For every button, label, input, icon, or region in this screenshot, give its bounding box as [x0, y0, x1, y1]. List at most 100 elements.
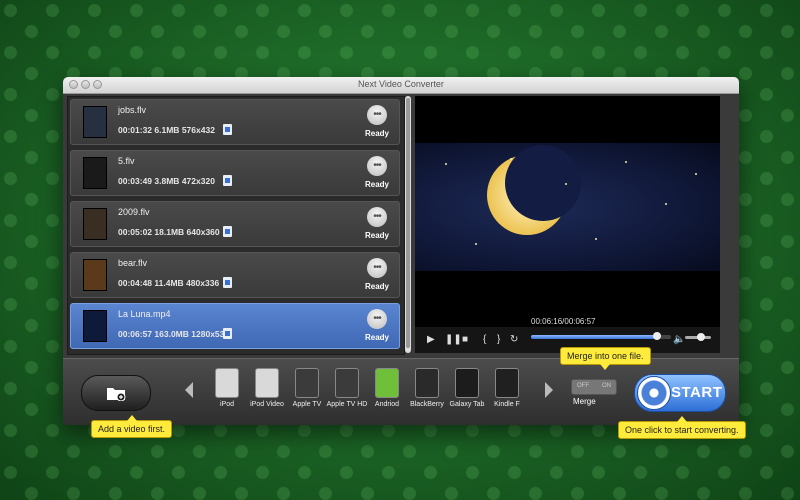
- merge-on-label: ON: [602, 383, 611, 389]
- volume-knob[interactable]: [696, 333, 705, 341]
- title-bar: Next Video Converter: [63, 77, 739, 94]
- volume-icon[interactable]: 🔈: [673, 334, 685, 345]
- file-item[interactable]: 5.flv 00:03:49 3.8MB 472x320 ••• Ready: [70, 150, 400, 196]
- kindle-fire-icon: [495, 368, 519, 398]
- device-label: Andriod: [374, 401, 400, 408]
- device-apple-tv-hd[interactable]: Apple TV HD: [325, 368, 369, 408]
- seek-fill: [531, 335, 657, 339]
- video-thumbnail: [83, 157, 107, 189]
- merge-off-label: OFF: [577, 383, 589, 389]
- ipod-icon: [215, 368, 239, 398]
- device-label: BlackBerry: [410, 401, 444, 408]
- seek-bar[interactable]: [531, 332, 671, 340]
- device-label: Galaxy Tab: [449, 401, 485, 408]
- file-info-icon[interactable]: [223, 175, 232, 186]
- file-duration: 00:04:48: [118, 278, 153, 288]
- file-item[interactable]: 2009.flv 00:05:02 18.1MB 640x360 ••• Ready: [70, 201, 400, 247]
- device-ipod[interactable]: iPod: [205, 368, 249, 408]
- device-ipod-video[interactable]: iPod Video: [245, 368, 289, 408]
- file-info-icon[interactable]: [223, 226, 232, 237]
- device-label: Apple TV HD: [326, 401, 368, 408]
- file-meta: 00:05:02 18.1MB 640x360: [118, 227, 220, 237]
- device-label: iPod Video: [250, 401, 284, 408]
- seek-knob[interactable]: [653, 332, 661, 340]
- file-list-scrollbar[interactable]: [405, 96, 411, 353]
- repeat-icon[interactable]: ↻: [510, 334, 518, 345]
- video-thumbnail: [83, 259, 107, 291]
- video-preview: ▶ ❚❚ ■ { } ↻ 00:06:16/00:06:57 🔈: [415, 96, 720, 353]
- android-icon: [375, 368, 399, 398]
- file-name: jobs.flv: [118, 105, 147, 115]
- galaxy-tab-icon: [455, 368, 479, 398]
- merge-label: Merge: [573, 397, 596, 406]
- file-status: Ready: [364, 333, 389, 342]
- tooltip-merge: Merge into one file.: [560, 347, 651, 370]
- file-size: 11.4MB: [154, 278, 184, 288]
- file-name: 5.flv: [118, 156, 135, 166]
- file-name: La Luna.mp4: [118, 309, 171, 319]
- file-info-icon[interactable]: [223, 277, 232, 288]
- apple-tv-hd-icon: [335, 368, 359, 398]
- file-meta: 00:03:49 3.8MB 472x320: [118, 176, 215, 186]
- add-folder-icon: [107, 388, 126, 401]
- blackberry-icon: [415, 368, 439, 398]
- device-android[interactable]: Andriod: [365, 368, 409, 408]
- file-name: bear.flv: [118, 258, 148, 268]
- mark-in-icon[interactable]: {: [483, 334, 486, 345]
- file-resolution: 480x336: [186, 278, 220, 288]
- play-icon[interactable]: ▶: [427, 334, 435, 345]
- file-duration: 00:06:57: [118, 329, 153, 339]
- file-duration: 00:03:49: [118, 176, 153, 186]
- file-item[interactable]: La Luna.mp4 00:06:57 163.0MB 1280x536 ••• R…: [70, 303, 400, 349]
- window-title: Next Video Converter: [358, 79, 444, 89]
- stop-icon[interactable]: ■: [462, 334, 468, 345]
- more-options-icon[interactable]: •••: [367, 258, 387, 278]
- file-meta: 00:04:48 11.4MB 480x336: [118, 278, 219, 288]
- device-blackberry[interactable]: BlackBerry: [405, 368, 449, 408]
- file-resolution: 640x360: [186, 227, 220, 237]
- app-window: Next Video Converter jobs.flv 00:01:32 6.…: [63, 77, 739, 425]
- file-info-icon[interactable]: [223, 328, 232, 339]
- file-size: 3.8MB: [154, 176, 180, 186]
- device-label: Kindle F: [494, 401, 520, 408]
- file-size: 6.1MB: [154, 125, 180, 135]
- add-video-button[interactable]: [81, 375, 151, 411]
- file-status: Ready: [364, 282, 389, 291]
- file-item[interactable]: jobs.flv 00:01:32 6.1MB 576x432 ••• Ready: [70, 99, 400, 145]
- file-item[interactable]: bear.flv 00:04:48 11.4MB 480x336 ••• Ready: [70, 252, 400, 298]
- apple-tv-icon: [295, 368, 319, 398]
- file-size: 18.1MB: [154, 227, 185, 237]
- more-options-icon[interactable]: •••: [367, 105, 387, 125]
- devices-prev-arrow[interactable]: [185, 382, 193, 398]
- file-duration: 00:01:32: [118, 125, 153, 135]
- more-options-icon[interactable]: •••: [367, 309, 387, 329]
- disc-icon: [637, 376, 671, 410]
- more-options-icon[interactable]: •••: [367, 156, 387, 176]
- file-meta: 00:01:32 6.1MB 576x432: [118, 125, 215, 135]
- mark-out-icon[interactable]: }: [497, 334, 500, 345]
- file-duration: 00:05:02: [118, 227, 153, 237]
- file-name: 2009.flv: [118, 207, 150, 217]
- video-thumbnail: [83, 208, 107, 240]
- ipod-video-icon: [255, 368, 279, 398]
- video-frame: [415, 143, 720, 271]
- merge-toggle[interactable]: OFF ON: [571, 379, 617, 395]
- volume-slider[interactable]: [685, 333, 711, 341]
- more-options-icon[interactable]: •••: [367, 207, 387, 227]
- video-thumbnail: [83, 310, 107, 342]
- pause-icon[interactable]: ❚❚: [445, 334, 462, 345]
- tooltip-start: One click to start converting.: [618, 416, 746, 439]
- device-label: Apple TV: [292, 401, 322, 408]
- device-galaxy-tab[interactable]: Galaxy Tab: [445, 368, 489, 408]
- file-info-icon[interactable]: [223, 124, 232, 135]
- start-button[interactable]: START: [634, 374, 726, 412]
- devices-next-arrow[interactable]: [545, 382, 553, 398]
- moon-illustration: [487, 145, 581, 235]
- device-kindle-fire[interactable]: Kindle F: [485, 368, 529, 408]
- device-apple-tv[interactable]: Apple TV: [285, 368, 329, 408]
- file-status: Ready: [364, 180, 389, 189]
- time-display: 00:06:16/00:06:57: [531, 317, 596, 326]
- start-label: START: [671, 384, 723, 401]
- scrollbar-thumb[interactable]: [406, 98, 410, 348]
- video-thumbnail: [83, 106, 107, 138]
